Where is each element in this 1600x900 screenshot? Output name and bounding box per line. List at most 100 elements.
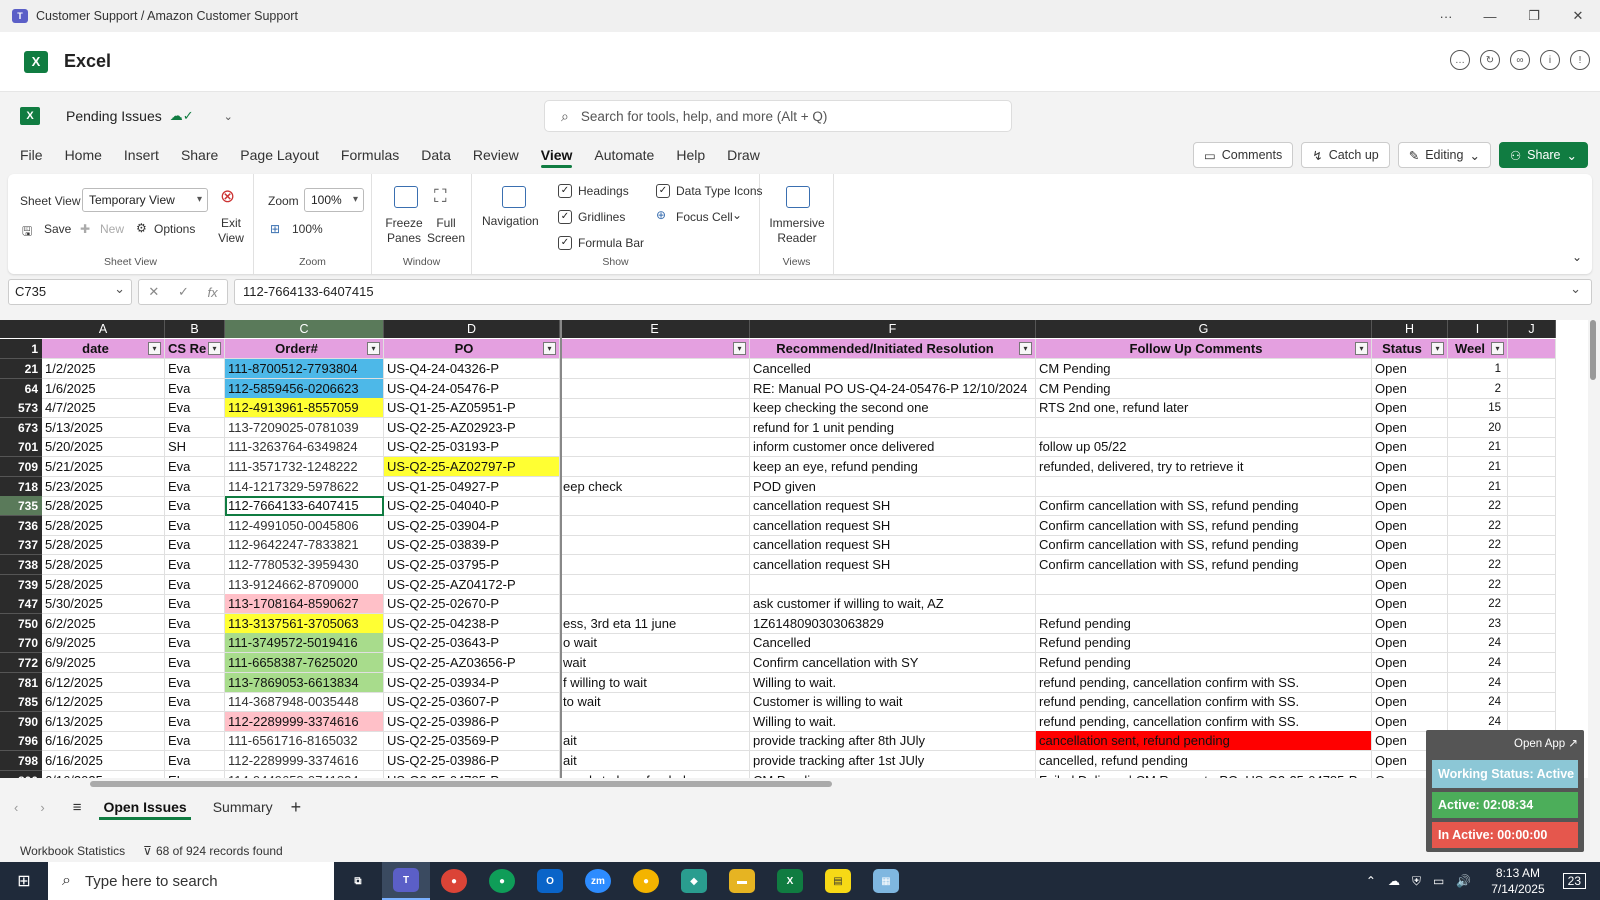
v-scroll-thumb[interactable]	[1590, 320, 1596, 380]
cell-f-673[interactable]: refund for 1 unit pending	[750, 417, 1036, 438]
cell-i-673[interactable]: 20	[1448, 417, 1508, 438]
tab-share[interactable]: Share	[181, 140, 218, 170]
save-view-button[interactable]: Save	[44, 222, 71, 236]
taskbar-search[interactable]: ⌕ Type here to search	[48, 862, 334, 900]
more-options-icon[interactable]: ···	[1424, 0, 1468, 32]
chrome-icon[interactable]: ●	[430, 862, 478, 900]
headings-checkbox[interactable]: ✓	[558, 184, 572, 198]
cell-e-673[interactable]	[560, 417, 750, 438]
cell-h-750[interactable]: Open	[1372, 613, 1448, 634]
cell-c-573[interactable]: 112-4913961-8557059	[225, 398, 384, 419]
cell-h-785[interactable]: Open	[1372, 692, 1448, 713]
select-all-corner[interactable]	[0, 320, 42, 338]
cell-j-573[interactable]	[1508, 398, 1556, 419]
cell-g-800[interactable]: Failed Delivery | CM Request - PO: US-Q2…	[1036, 770, 1372, 778]
ribbon-expand-chevron-icon[interactable]: ⌄	[1572, 250, 1582, 264]
chrome-profile-icon[interactable]: ●	[478, 862, 526, 900]
cell-b-790[interactable]: Eva	[165, 711, 225, 732]
tab-automate[interactable]: Automate	[594, 140, 654, 170]
cell-d-739[interactable]: US-Q2-25-AZ04172-P	[384, 574, 560, 595]
filter-dropdown-icon[interactable]: ▾	[367, 342, 380, 355]
close-icon[interactable]: ✕	[1556, 0, 1600, 32]
cell-e-718[interactable]: eep check	[560, 476, 750, 497]
cell-g-798[interactable]: cancelled, refund pending	[1036, 751, 1372, 771]
freeze-panes-button[interactable]: Freeze Panes	[382, 216, 426, 246]
cell-c-772[interactable]: 111-6658387-7625020	[225, 653, 384, 673]
notification-badge[interactable]: 23	[1562, 873, 1586, 889]
cell-i-739[interactable]: 22	[1448, 574, 1508, 595]
windows-start-icon[interactable]: ⊞	[0, 862, 48, 900]
cell-f-750[interactable]: 1Z6148090303063829	[750, 613, 1036, 634]
cell-b-739[interactable]: Eva	[165, 574, 225, 595]
cell-b-781[interactable]: Eva	[165, 672, 225, 693]
cell-e-64[interactable]	[560, 378, 750, 399]
filter-dropdown-icon[interactable]: ▾	[543, 342, 556, 355]
cell-f-798[interactable]: provide tracking after 1st JUly	[750, 751, 1036, 771]
horizontal-scrollbar[interactable]	[0, 778, 1590, 790]
cell-f-64[interactable]: RE: Manual PO US-Q4-24-05476-P 12/10/202…	[750, 378, 1036, 399]
row-header[interactable]: 673	[0, 417, 42, 438]
cell-g-739[interactable]	[1036, 574, 1372, 595]
cell-e-736[interactable]	[560, 515, 750, 536]
open-app-link[interactable]: Open App ↗	[1514, 736, 1578, 750]
cell-e-750[interactable]: ess, 3rd eta 11 june	[560, 613, 750, 634]
cell-a-796[interactable]: 6/16/2025	[42, 731, 165, 752]
refresh-icon[interactable]: ↻	[1480, 50, 1500, 70]
cell-c-796[interactable]: 111-6561716-8165032	[225, 731, 384, 752]
cell-b-772[interactable]: Eva	[165, 653, 225, 673]
row-header[interactable]: 736	[0, 515, 42, 536]
cell-f-747[interactable]: ask customer if willing to wait, AZ	[750, 594, 1036, 615]
cell-i-21[interactable]: 1	[1448, 359, 1508, 379]
cell-d-781[interactable]: US-Q2-25-03934-P	[384, 672, 560, 693]
cell-h-64[interactable]: Open	[1372, 378, 1448, 399]
cell-c-785[interactable]: 114-3687948-0035448	[225, 692, 384, 713]
cell-f-739[interactable]	[750, 574, 1036, 595]
cell-e-800[interactable]: needs to be refunded	[560, 770, 750, 778]
header-cell-g[interactable]: Follow Up Comments ▾	[1036, 339, 1372, 359]
cell-b-709[interactable]: Eva	[165, 457, 225, 477]
cell-j-709[interactable]	[1508, 457, 1556, 477]
cell-b-21[interactable]: Eva	[165, 359, 225, 379]
cell-c-673[interactable]: 113-7209025-0781039	[225, 417, 384, 438]
cell-c-21[interactable]: 111-8700512-7793804	[225, 359, 384, 379]
cell-d-750[interactable]: US-Q2-25-04238-P	[384, 613, 560, 634]
cell-i-747[interactable]: 22	[1448, 594, 1508, 615]
cell-g-709[interactable]: refunded, delivered, try to retrieve it	[1036, 457, 1372, 477]
minimize-icon[interactable]: —	[1468, 0, 1512, 32]
column-header-e[interactable]: E	[560, 320, 750, 338]
cell-i-790[interactable]: 24	[1448, 711, 1508, 732]
cell-e-747[interactable]	[560, 594, 750, 615]
cell-i-573[interactable]: 15	[1448, 398, 1508, 419]
header-cell-e[interactable]: ▾	[560, 339, 750, 359]
cell-j-718[interactable]	[1508, 476, 1556, 497]
formula-input[interactable]: 112-7664133-6407415	[234, 277, 1592, 305]
cell-a-737[interactable]: 5/28/2025	[42, 535, 165, 556]
cell-h-701[interactable]: Open	[1372, 437, 1448, 458]
navigation-button[interactable]: Navigation	[482, 214, 539, 228]
cell-i-772[interactable]: 24	[1448, 653, 1508, 673]
cell-a-739[interactable]: 5/28/2025	[42, 574, 165, 595]
cell-d-770[interactable]: US-Q2-25-03643-P	[384, 633, 560, 654]
cell-g-737[interactable]: Confirm cancellation with SS, refund pen…	[1036, 535, 1372, 556]
cell-j-781[interactable]	[1508, 672, 1556, 693]
cell-j-772[interactable]	[1508, 653, 1556, 673]
cell-a-718[interactable]: 5/23/2025	[42, 476, 165, 497]
volume-icon[interactable]: 🔊	[1456, 874, 1471, 888]
cell-b-735[interactable]: Eva	[165, 496, 225, 517]
exit-view-button[interactable]: Exit View	[216, 216, 246, 246]
name-box[interactable]: C735	[8, 277, 132, 305]
filter-dropdown-icon[interactable]: ▾	[1019, 342, 1032, 355]
row-header[interactable]: 770	[0, 633, 42, 654]
cell-c-798[interactable]: 112-2289999-3374616	[225, 751, 384, 771]
vertical-scrollbar[interactable]	[1588, 312, 1598, 778]
cell-a-736[interactable]: 5/28/2025	[42, 515, 165, 536]
cell-e-781[interactable]: f willing to wait	[560, 672, 750, 693]
cell-f-701[interactable]: inform customer once delivered	[750, 437, 1036, 458]
cell-g-736[interactable]: Confirm cancellation with SS, refund pen…	[1036, 515, 1372, 536]
header-cell-h[interactable]: Status ▾	[1372, 339, 1448, 359]
row-header[interactable]: 709	[0, 457, 42, 477]
cell-i-64[interactable]: 2	[1448, 378, 1508, 399]
cell-g-747[interactable]	[1036, 594, 1372, 615]
cell-b-785[interactable]: Eva	[165, 692, 225, 713]
tray-chevron-icon[interactable]: ⌃	[1366, 874, 1376, 888]
